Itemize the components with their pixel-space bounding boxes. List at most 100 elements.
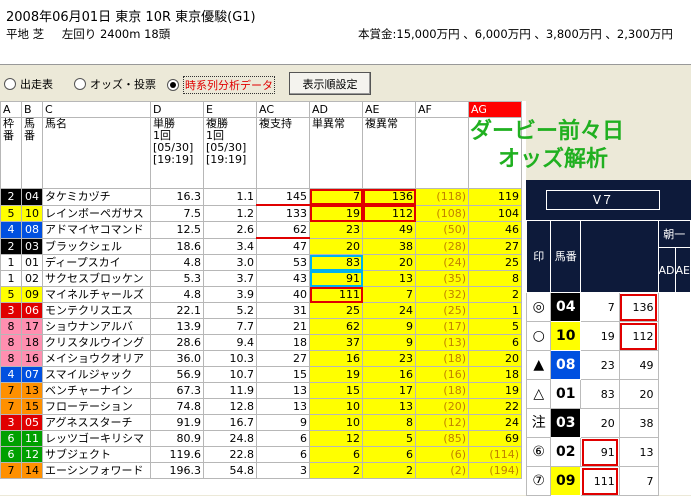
- v7-row[interactable]: ⑥ 02 91 13: [525, 437, 691, 467]
- win-odds-cell: 91.9: [150, 414, 204, 431]
- win-anomaly-cell: 12: [309, 430, 363, 447]
- radio-entries[interactable]: 出走表: [4, 76, 53, 92]
- ag-cell: 104: [468, 204, 522, 222]
- race-details: 平地 芝 左回り 2400m 18頭: [6, 26, 184, 42]
- win-odds-cell: 119.6: [150, 446, 204, 463]
- table-row[interactable]: 2 03 ブラックシェル 18.6 3.4 47 20 38 (28) 27: [0, 237, 522, 255]
- v7-ae-cell: 20: [618, 379, 659, 409]
- win-odds-cell: 7.5: [150, 204, 204, 222]
- table-row[interactable]: 1 02 サクセスブロッケン 5.3 3.7 43 91 13 (35) 8: [0, 270, 522, 287]
- v7-ae-cell: 49: [618, 350, 659, 380]
- umaban-cell: 18: [21, 334, 43, 351]
- table-row[interactable]: 3 05 アグネススターチ 91.9 16.7 9 10 8 (12) 24: [0, 414, 522, 431]
- column-letter[interactable]: AF: [415, 101, 469, 118]
- horse-name-cell: エーシンフォワード: [42, 462, 151, 479]
- table-row[interactable]: 2 04 タケミカヅチ 16.3 1.1 145 7 136 (118) 119: [0, 188, 522, 206]
- v7-col-ad: AD: [657, 247, 676, 293]
- waku-cell: 4: [0, 221, 22, 239]
- place-support-cell: 15: [256, 366, 310, 383]
- umaban-cell: 07: [21, 366, 43, 383]
- umaban-cell: 06: [21, 302, 43, 319]
- v7-mark-cell: ○: [525, 321, 552, 351]
- column-letter[interactable]: AE: [362, 101, 416, 118]
- column-letter[interactable]: A: [0, 101, 22, 118]
- waku-cell: 4: [0, 366, 22, 383]
- table-row[interactable]: 1 01 ディープスカイ 4.8 3.0 53 83 20 (24) 25: [0, 254, 522, 271]
- af-cell: (35): [415, 270, 469, 287]
- place-odds-cell: 2.6: [203, 221, 257, 239]
- column-letter[interactable]: AG: [468, 101, 522, 118]
- table-row[interactable]: 6 11 レッツゴーキリシマ 80.9 24.8 6 12 5 (85) 69: [0, 430, 522, 447]
- radio-timeseries[interactable]: 時系列分析データ: [167, 76, 275, 94]
- v7-panel: V７ 印馬番 朝一 AD AE ◎ 04 7 136 ○ 10 19 112 ▲ 08 23 49 △ 0…: [525, 180, 691, 496]
- umaban-cell: 13: [21, 382, 43, 399]
- v7-ae-cell: 136: [618, 292, 659, 322]
- table-row[interactable]: 8 18 クリスタルウイング 28.6 9.4 18 37 9 (13) 6: [0, 334, 522, 351]
- column-letter[interactable]: AD: [309, 101, 363, 118]
- horse-name-cell: レインボーペガサス: [42, 204, 151, 222]
- v7-row[interactable]: △ 01 83 20: [525, 379, 691, 409]
- waku-cell: 7: [0, 398, 22, 415]
- umaban-cell: 04: [21, 188, 43, 206]
- v7-ad-cell: 83: [580, 379, 620, 409]
- radio-dot-icon: [4, 78, 16, 90]
- table-row[interactable]: 6 12 サブジェクト 119.6 22.8 6 6 6 (6) (114): [0, 446, 522, 463]
- table-row[interactable]: 7 14 エーシンフォワード 196.3 54.8 3 2 2 (2) (194): [0, 462, 522, 479]
- table-row[interactable]: 3 06 モンテクリスエス 22.1 5.2 31 25 24 (25) 1: [0, 302, 522, 319]
- v7-header: V７: [526, 180, 691, 220]
- v7-uma-cell: 02: [550, 437, 582, 467]
- column-letter[interactable]: B: [21, 101, 43, 118]
- odds-grid: A B C D E AC AD AE AF AG 枠番 馬番 馬名 単勝 1回 [05/30] [19:…: [0, 101, 526, 495]
- place-support-cell: 31: [256, 302, 310, 319]
- win-odds-cell: 4.8: [150, 254, 204, 271]
- place-odds-cell: 7.7: [203, 318, 257, 335]
- umaban-cell: 08: [21, 221, 43, 239]
- column-letter[interactable]: C: [42, 101, 151, 118]
- v7-row[interactable]: 注 03 20 38: [525, 408, 691, 438]
- place-odds-cell: 9.4: [203, 334, 257, 351]
- umaban-cell: 05: [21, 414, 43, 431]
- v7-row[interactable]: ⑦ 09 111 7: [525, 466, 691, 496]
- race-surface: 平地 芝: [6, 27, 45, 41]
- waku-cell: 3: [0, 302, 22, 319]
- table-row[interactable]: 7 15 フローテーション 74.8 12.8 13 10 13 (20) 22: [0, 398, 522, 415]
- af-cell: (20): [415, 398, 469, 415]
- v7-corner: [580, 220, 659, 293]
- v7-row[interactable]: ◎ 04 7 136: [525, 292, 691, 322]
- v7-uma-cell: 04: [550, 292, 582, 322]
- table-row[interactable]: 5 10 レインボーペガサス 7.5 1.2 133 19 112 (108) 104: [0, 204, 522, 222]
- win-odds-cell: 13.9: [150, 318, 204, 335]
- v7-row[interactable]: ○ 10 19 112: [525, 321, 691, 351]
- table-row[interactable]: 5 09 マイネルチャールズ 4.8 3.9 40 111 7 (32) 2: [0, 286, 522, 303]
- odds-table: A B C D E AC AD AE AF AG 枠番 馬番 馬名 単勝 1回 [05/30] [19:…: [0, 101, 522, 479]
- table-row[interactable]: 4 07 スマイルジャック 56.9 10.7 15 19 16 (16) 18: [0, 366, 522, 383]
- table-row[interactable]: 4 08 アドマイヤコマンド 12.5 2.6 62 23 49 (50) 46: [0, 221, 522, 239]
- v7-row[interactable]: ▲ 08 23 49: [525, 350, 691, 380]
- v7-uma-cell: 03: [550, 408, 582, 438]
- race-course: 左回り 2400m 18頭: [61, 27, 171, 41]
- place-support-cell: 53: [256, 254, 310, 271]
- waku-cell: 8: [0, 334, 22, 351]
- table-row[interactable]: 8 16 メイショウクオリア 36.0 10.3 27 16 23 (18) 20: [0, 350, 522, 367]
- horse-name-cell: フローテーション: [42, 398, 151, 415]
- umaban-cell: 15: [21, 398, 43, 415]
- v7-uma-cell: 10: [550, 321, 582, 351]
- win-odds-cell: 22.1: [150, 302, 204, 319]
- column-letter[interactable]: E: [203, 101, 257, 118]
- v7-table: 印馬番 朝一 AD AE ◎ 04 7 136 ○ 10 19 112 ▲ 08 23 49 △ 01 83…: [525, 220, 691, 496]
- v7-ad-cell: 111: [580, 466, 620, 496]
- place-support-cell: 145: [256, 188, 310, 206]
- win-anomaly-cell: 6: [309, 446, 363, 463]
- display-order-button[interactable]: 表示順設定: [289, 72, 371, 95]
- column-letter[interactable]: D: [150, 101, 204, 118]
- column-header: 単勝 1回 [05/30] [19:19]: [150, 117, 204, 189]
- place-odds-cell: 54.8: [203, 462, 257, 479]
- v7-mark-cell: ◎: [525, 292, 552, 322]
- radio-odds[interactable]: オッズ・投票: [74, 76, 156, 92]
- column-header: [415, 117, 469, 189]
- table-row[interactable]: 8 17 ショウナンアルバ 13.9 7.7 21 62 9 (17) 5: [0, 318, 522, 335]
- table-row[interactable]: 7 13 ベンチャーナイン 67.3 11.9 13 15 17 (18) 19: [0, 382, 522, 399]
- win-anomaly-cell: 19: [309, 366, 363, 383]
- column-letter[interactable]: AC: [256, 101, 310, 118]
- place-odds-cell: 16.7: [203, 414, 257, 431]
